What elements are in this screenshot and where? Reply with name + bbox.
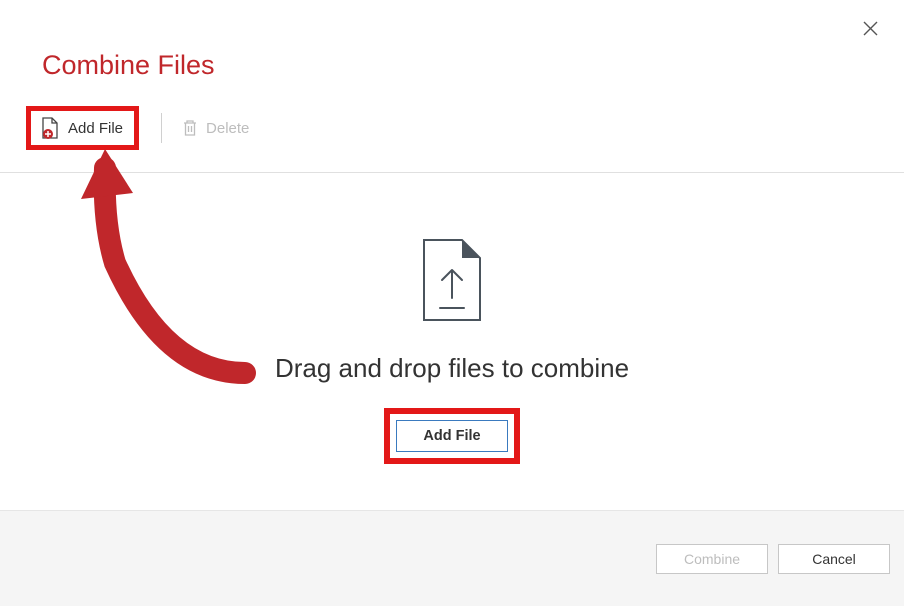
page-title: Combine Files: [42, 50, 215, 81]
toolbar-divider: [161, 113, 162, 143]
delete-label: Delete: [206, 120, 249, 137]
footer: Combine Cancel: [0, 510, 904, 606]
add-file-button-center[interactable]: Add File: [396, 420, 507, 452]
add-file-top-label: Add File: [68, 120, 123, 137]
dropzone-instruction: Drag and drop files to combine: [275, 353, 629, 384]
delete-button: Delete: [182, 119, 249, 137]
cancel-button[interactable]: Cancel: [778, 544, 890, 574]
document-upload-icon: [420, 238, 484, 327]
add-file-button-top[interactable]: Add File: [26, 106, 139, 150]
close-icon: [863, 21, 878, 36]
add-file-icon: [40, 116, 60, 140]
toolbar-separator: [0, 172, 904, 173]
toolbar: Add File Delete: [26, 106, 249, 150]
close-button[interactable]: [858, 16, 882, 40]
combine-button: Combine: [656, 544, 768, 574]
trash-icon: [182, 119, 198, 137]
dropzone[interactable]: Drag and drop files to combine Add File: [0, 238, 904, 464]
